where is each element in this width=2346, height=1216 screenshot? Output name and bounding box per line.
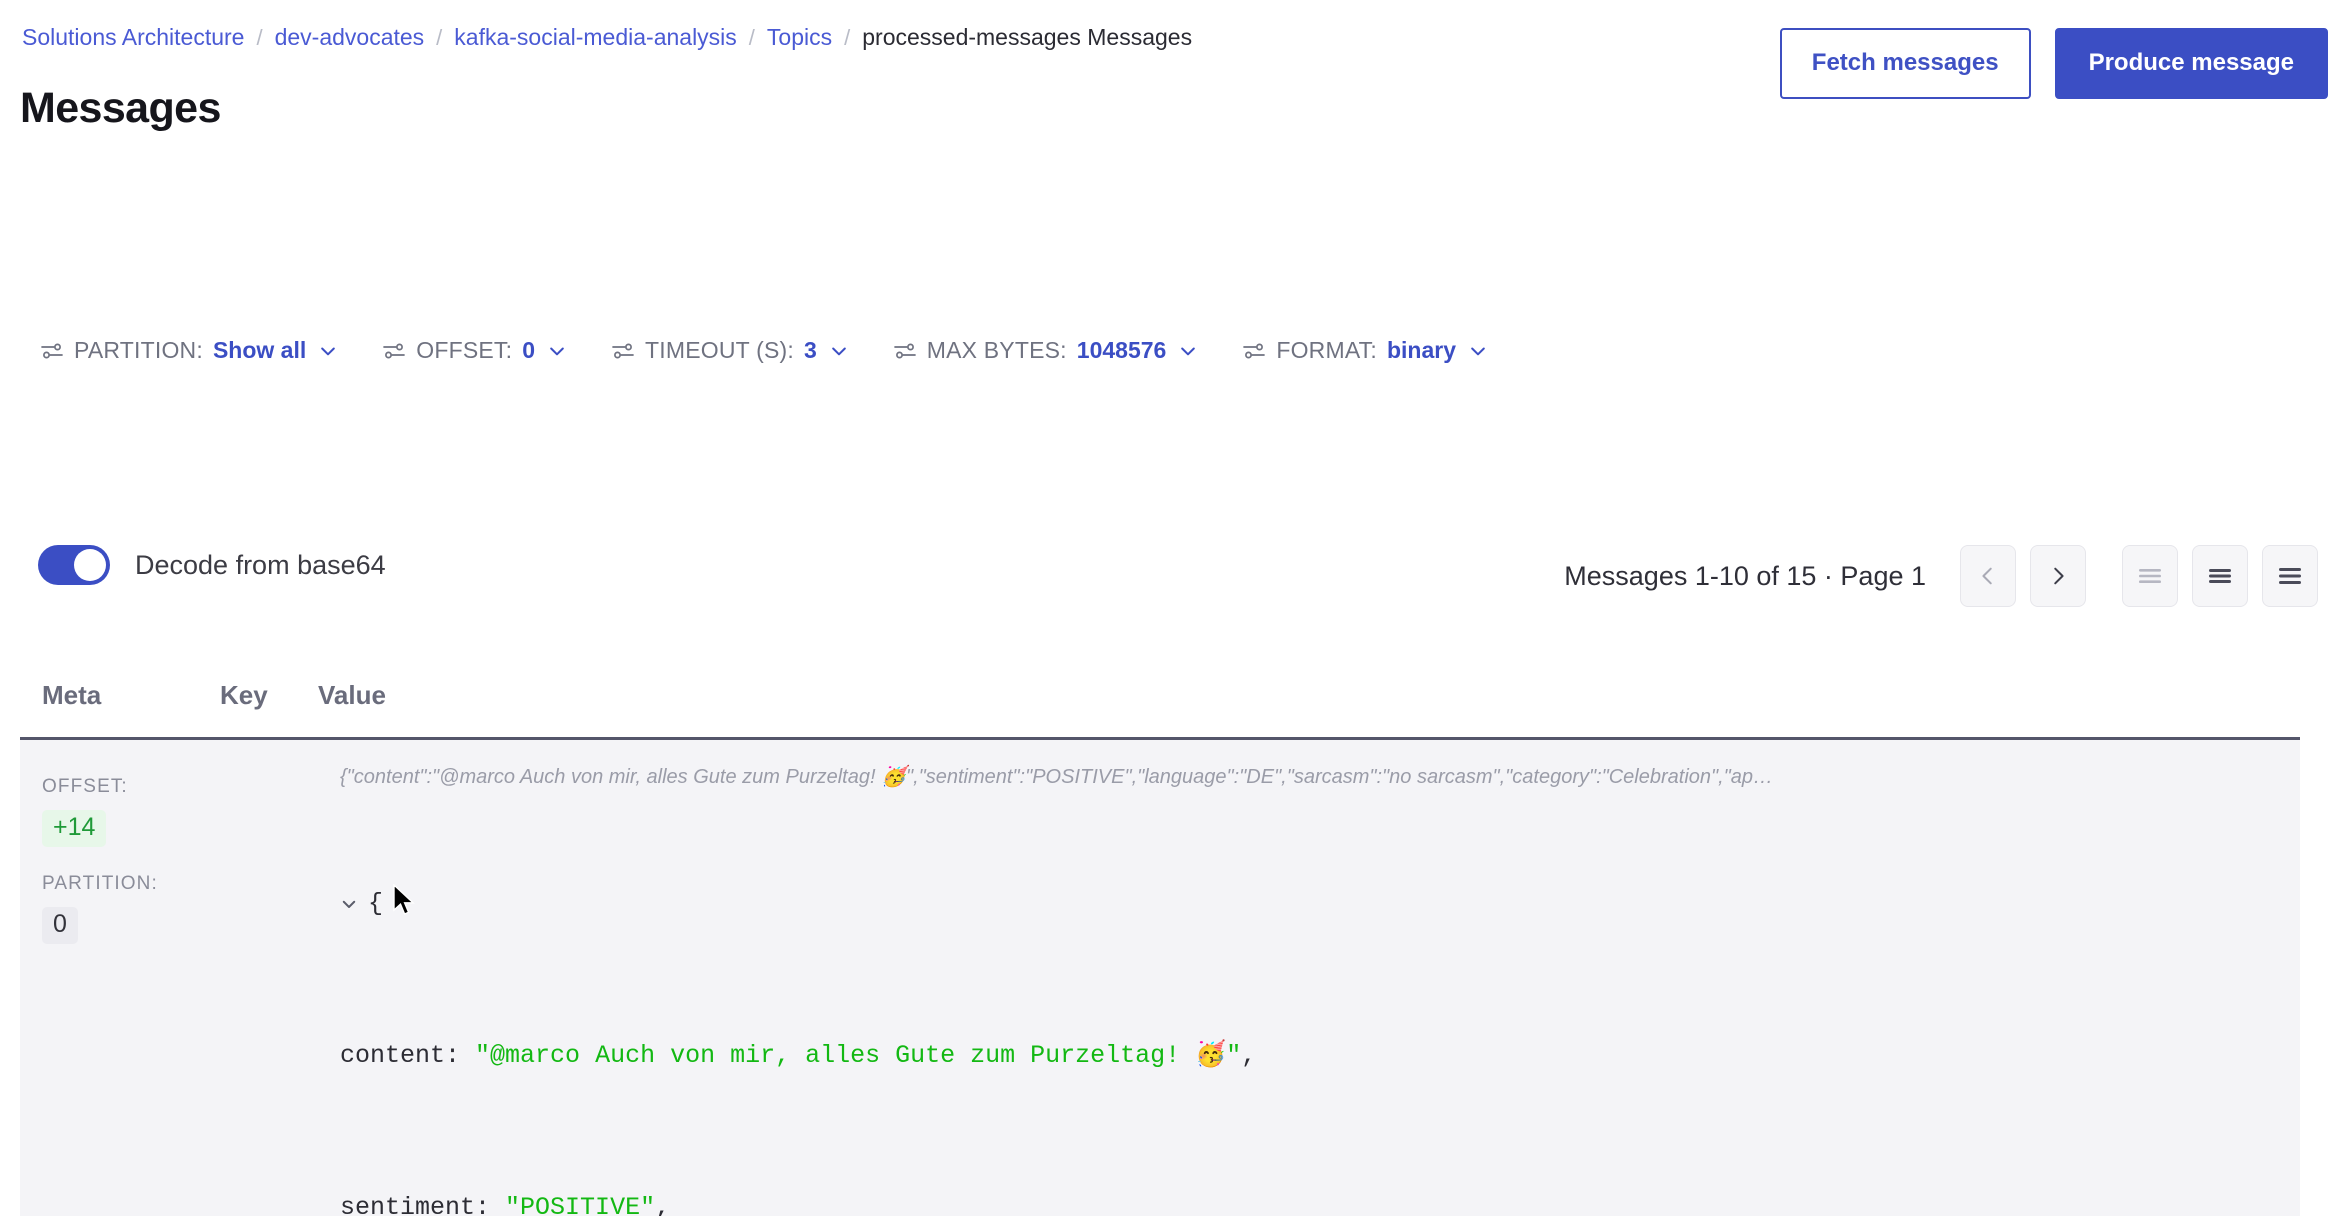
filter-timeout-value[interactable]: 3 [804, 337, 817, 364]
partition-badge: 0 [42, 907, 78, 944]
decode-base64-toggle-row: Decode from base64 [38, 545, 386, 585]
prev-page-button[interactable] [1960, 545, 2016, 607]
partition-label: PARTITION: [42, 873, 242, 895]
column-header-key: Key [220, 680, 318, 711]
json-value: "@marco Auch von mir, alles Gute zum Pur… [475, 1041, 1241, 1070]
chevron-right-icon [2047, 565, 2069, 587]
pagination-status: Messages 1-10 of 15 · Page 1 [1564, 561, 1926, 592]
filter-bar: PARTITION: Show all OFFSET: 0 TIMEOUT (S… [40, 337, 1488, 364]
json-value: "POSITIVE" [505, 1193, 655, 1216]
sliders-icon [611, 339, 635, 363]
pager-buttons [1960, 545, 2086, 607]
sliders-icon [40, 339, 64, 363]
message-value-preview: {"content":"@marco Auch von mir, alles G… [340, 764, 1940, 789]
decode-base64-label: Decode from base64 [135, 550, 386, 581]
messages-page: Solutions Architecture / dev-advocates /… [0, 0, 2346, 1216]
chevron-down-icon [340, 895, 358, 913]
json-line-content: content: "@marco Auch von mir, alles Gut… [340, 1037, 2280, 1075]
list-compact-icon [2137, 565, 2163, 587]
toggle-knob [74, 549, 106, 581]
breadcrumb-separator: / [436, 25, 442, 51]
view-mode-expanded-button[interactable] [2262, 545, 2318, 607]
chevron-down-icon [1468, 341, 1488, 361]
sliders-icon [1242, 339, 1266, 363]
filter-timeout[interactable]: TIMEOUT (S): 3 [611, 337, 849, 364]
breadcrumb-separator: / [844, 25, 850, 51]
json-line-sentiment: sentiment: "POSITIVE", [340, 1189, 2280, 1216]
message-json-tree: { content: "@marco Auch von mir, alles G… [340, 809, 2280, 1216]
filter-format-label: FORMAT: [1276, 337, 1377, 364]
chevron-down-icon [1178, 341, 1198, 361]
filter-format[interactable]: FORMAT: binary [1242, 337, 1488, 364]
json-key: content [340, 1041, 445, 1070]
next-page-button[interactable] [2030, 545, 2086, 607]
chevron-down-icon [829, 341, 849, 361]
page-title: Messages [20, 84, 221, 133]
chevron-down-icon [318, 341, 338, 361]
view-mode-medium-button[interactable] [2192, 545, 2248, 607]
filter-partition-value[interactable]: Show all [213, 337, 306, 364]
breadcrumb-separator: / [256, 25, 262, 51]
filter-max-bytes[interactable]: MAX BYTES: 1048576 [893, 337, 1199, 364]
table-header-row: Meta Key Value [20, 680, 2300, 740]
view-mode-compact-button[interactable] [2122, 545, 2178, 607]
messages-table: Meta Key Value OFFSET: +14 PARTITION: 0 … [20, 680, 2300, 1216]
breadcrumb-item-kafka-social-media-analysis[interactable]: kafka-social-media-analysis [454, 24, 737, 51]
fetch-messages-button[interactable]: Fetch messages [1780, 28, 2031, 99]
message-value-cell: {"content":"@marco Auch von mir, alles G… [340, 740, 2300, 1216]
decode-base64-toggle[interactable] [38, 545, 110, 585]
filter-format-value[interactable]: binary [1387, 337, 1456, 364]
sliders-icon [893, 339, 917, 363]
message-key-cell [242, 740, 340, 1216]
breadcrumb-item-solutions-architecture[interactable]: Solutions Architecture [22, 24, 244, 51]
pagination-bar: Messages 1-10 of 15 · Page 1 [1564, 545, 2318, 607]
filter-timeout-label: TIMEOUT (S): [645, 337, 794, 364]
json-comma: , [655, 1193, 670, 1216]
sliders-icon [382, 339, 406, 363]
view-mode-buttons [2122, 545, 2318, 607]
filter-offset-value[interactable]: 0 [522, 337, 535, 364]
breadcrumb-item-dev-advocates[interactable]: dev-advocates [275, 24, 425, 51]
breadcrumb-item-topics[interactable]: Topics [767, 24, 832, 51]
offset-label: OFFSET: [42, 776, 242, 798]
json-collapse-toggle[interactable]: { [340, 885, 2280, 923]
list-expanded-icon [2277, 565, 2303, 587]
message-meta-cell: OFFSET: +14 PARTITION: 0 [20, 740, 242, 1216]
json-comma: , [1241, 1041, 1256, 1070]
column-header-meta: Meta [20, 680, 220, 711]
breadcrumb: Solutions Architecture / dev-advocates /… [22, 24, 1192, 51]
column-header-value: Value [318, 680, 2300, 711]
header-actions: Fetch messages Produce message [1780, 28, 2328, 99]
json-key: sentiment [340, 1193, 475, 1216]
table-row[interactable]: OFFSET: +14 PARTITION: 0 {"content":"@ma… [20, 740, 2300, 1216]
produce-message-button[interactable]: Produce message [2055, 28, 2328, 99]
breadcrumb-item-current: processed-messages Messages [862, 24, 1192, 51]
filter-offset-label: OFFSET: [416, 337, 512, 364]
chevron-down-icon [547, 341, 567, 361]
filter-max-bytes-label: MAX BYTES: [927, 337, 1067, 364]
list-medium-icon [2207, 565, 2233, 587]
filter-max-bytes-value[interactable]: 1048576 [1077, 337, 1167, 364]
offset-badge: +14 [42, 810, 106, 847]
filter-partition-label: PARTITION: [74, 337, 203, 364]
breadcrumb-separator: / [749, 25, 755, 51]
filter-offset[interactable]: OFFSET: 0 [382, 337, 567, 364]
json-open-brace: { [368, 885, 383, 923]
chevron-left-icon [1977, 565, 1999, 587]
filter-partition[interactable]: PARTITION: Show all [40, 337, 338, 364]
